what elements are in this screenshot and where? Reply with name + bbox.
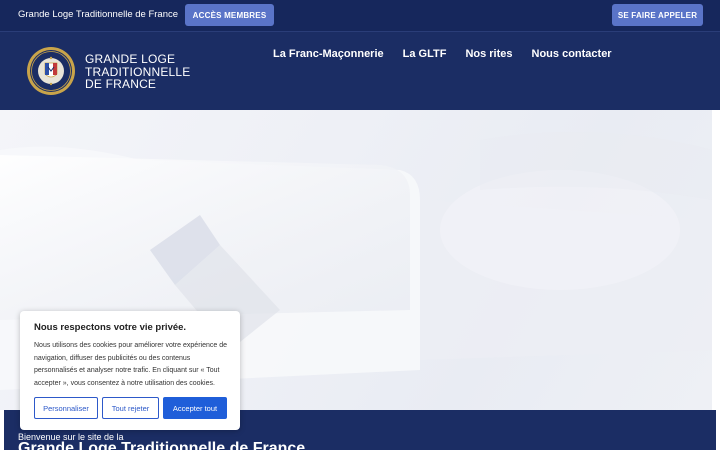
nav-item-contact[interactable]: Nous contacter bbox=[532, 48, 612, 60]
lodge-seal-logo[interactable] bbox=[26, 46, 76, 96]
nav-item-franc-maconnerie[interactable]: La Franc-Maçonnerie bbox=[273, 48, 384, 60]
nav-item-gltf[interactable]: La GLTF bbox=[403, 48, 447, 60]
site-name[interactable]: Grande Loge Traditionnelle de France bbox=[18, 9, 178, 20]
main-header: GRANDE LOGE TRADITIONNELLE DE FRANCE La … bbox=[0, 31, 720, 110]
cookie-customize-button[interactable]: Personnaliser bbox=[34, 397, 98, 419]
members-access-button[interactable]: ACCÈS MEMBRES bbox=[185, 4, 274, 26]
request-call-button[interactable]: SE FAIRE APPELER bbox=[612, 4, 703, 26]
nav-item-nos-rites[interactable]: Nos rites bbox=[465, 48, 512, 60]
main-nav: La Franc-Maçonnerie La GLTF Nos rites No… bbox=[273, 48, 612, 60]
top-bar: Grande Loge Traditionnelle de France ACC… bbox=[0, 0, 720, 31]
brand-name[interactable]: GRANDE LOGE TRADITIONNELLE DE FRANCE bbox=[85, 53, 191, 91]
cookie-accept-button[interactable]: Accepter tout bbox=[163, 397, 227, 419]
cookie-title: Nous respectons votre vie privée. bbox=[34, 322, 187, 333]
cookie-consent-dialog: Nous respectons votre vie privée. Nous u… bbox=[20, 311, 240, 430]
cookie-reject-button[interactable]: Tout rejeter bbox=[102, 397, 159, 419]
page-edge bbox=[712, 110, 720, 450]
cookie-description: Nous utilisons des cookies pour améliore… bbox=[34, 342, 227, 387]
welcome-title: Grande Loge Traditionnelle de France bbox=[18, 440, 306, 450]
